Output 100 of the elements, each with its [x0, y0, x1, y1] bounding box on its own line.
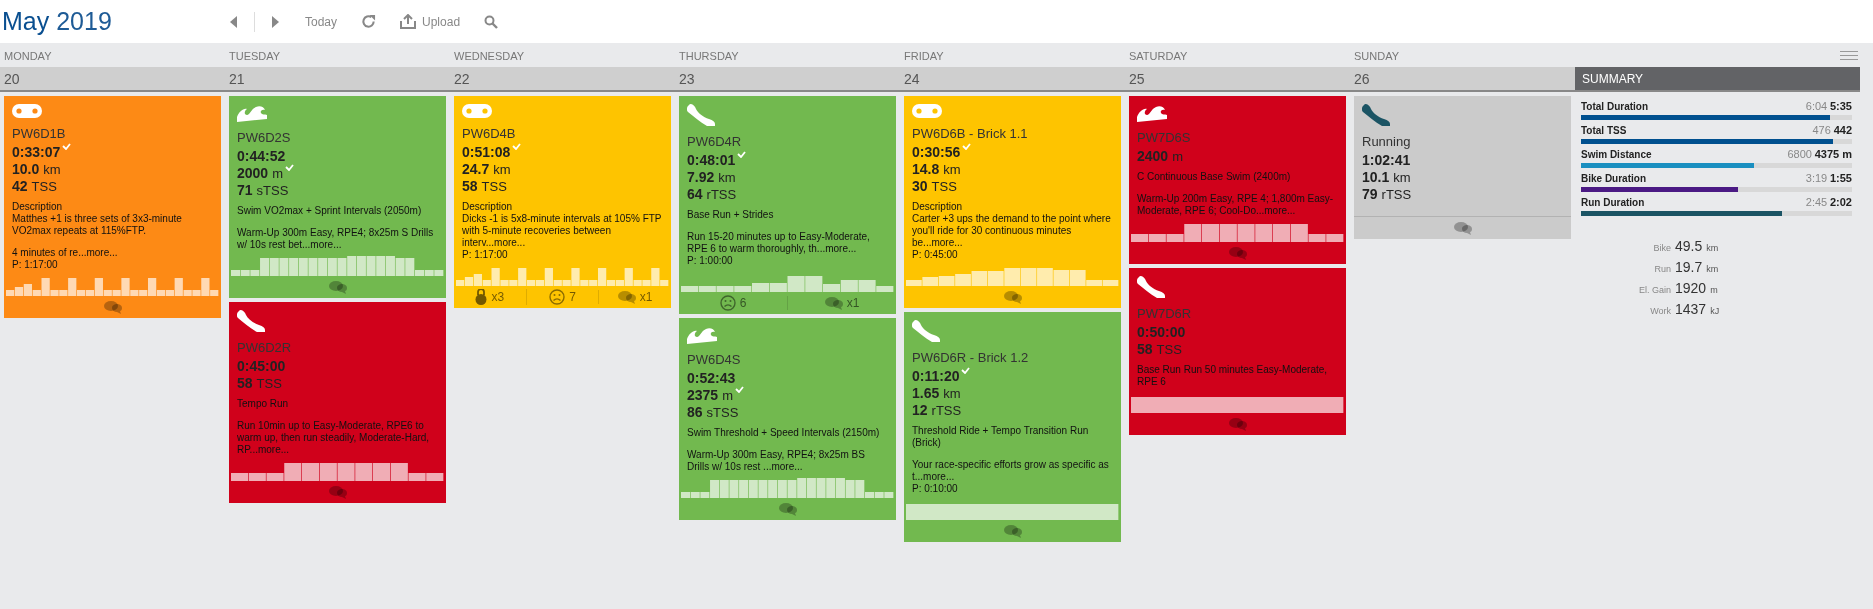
workout-metric: 2400 m	[1137, 148, 1183, 164]
workout-description: Run 10min up to Easy-Moderate, RPE6 to warm up, then run steadily, Moderate-Hard, RP...more...	[237, 420, 431, 456]
workout-card[interactable]: PW6D4R 0:48:01 7.92 km 64 rTSS Base Run + Strides Run 15-20 minutes up to Easy-Moderate, RPE 6 to warm thoroughly, th...more... P: 1:00:00 6 x1	[679, 96, 896, 314]
date-header: 20	[0, 67, 225, 92]
total-label: Bike	[1652, 243, 1671, 253]
workout-metric: 24.7 km	[462, 161, 511, 177]
workout-description: Description	[912, 201, 964, 213]
workout-title[interactable]: PW6D4S	[687, 352, 888, 367]
workout-card[interactable]: PW6D6R - Brick 1.2 0:11:20 1.65 km 12 rTSS Threshold Ride + Tempo Transition Run (Brick) Your race-specific efforts grow as specific as t...more... P: 0:10:00	[904, 312, 1121, 542]
actual-value: 2:02	[1829, 196, 1852, 208]
summary-header: SUMMARY	[1575, 67, 1860, 92]
chat-icon[interactable]	[1003, 290, 1022, 304]
workout-card[interactable]: PW6D6B - Brick 1.1 0:30:56 14.8 km 30 TSS Description Carter +3 ups the demand to the point where you'll ride for 30 continuous minutes be...more... P: 0:45:00	[904, 96, 1121, 308]
workout-metric: 0:30:56	[912, 144, 961, 160]
workout-card[interactable]: PW7D6R 0:50:00 58 TSS Base Run Run 50 minutes Easy-Moderate, RPE 6	[1129, 268, 1346, 435]
next-button[interactable]	[269, 13, 281, 30]
workout-title[interactable]: PW6D6R - Brick 1.2	[912, 350, 1113, 365]
workout-metric: 14.8 km	[912, 161, 961, 177]
summary-label: Total Duration	[1581, 101, 1649, 112]
actual-value: 1:55	[1829, 172, 1852, 184]
workout-title[interactable]: PW6D6B - Brick 1.1	[912, 126, 1113, 141]
workout-description: Run 15-20 minutes up to Easy-Moderate, RPE 6 to warm thoroughly, th...more...	[687, 231, 871, 255]
workout-card[interactable]: PW6D4S 0:52:43 2375 m 86 sTSS Swim Threshold + Speed Intervals (2150m) Warm-Up 300m Easy, RPE4; 8x25m BS Drills w/ 10s rest ...more...	[679, 318, 896, 520]
workout-metric: 0:50:00	[1137, 324, 1186, 340]
actual-value: 5:35	[1829, 100, 1852, 112]
date-header: 22	[450, 67, 675, 92]
frown-icon[interactable]	[719, 295, 736, 311]
chat-icon[interactable]	[1228, 246, 1247, 260]
workout-metric: 0:52:43	[687, 370, 736, 386]
workout-title[interactable]: PW6D1B	[12, 126, 213, 141]
total-label: El. Gain	[1638, 285, 1671, 295]
workout-metric: 0:45:00	[237, 358, 286, 374]
workout-description: P: 1:17:00	[462, 249, 509, 261]
frown-icon[interactable]	[549, 289, 566, 305]
workout-description: Carter +3 ups the demand to the point where you'll ride for 30 continuous minutes be...more...	[912, 213, 1112, 249]
workout-description: Description	[462, 201, 514, 213]
planned-value: 476	[1812, 124, 1831, 136]
chat-icon[interactable]	[103, 300, 122, 314]
chat-icon[interactable]	[1003, 524, 1022, 538]
weekday-label: SATURDAY	[1128, 49, 1189, 64]
refresh-icon[interactable]	[361, 14, 377, 29]
workout-description: Swim VO2max + Sprint Intervals (2050m)	[237, 205, 423, 217]
workout-card[interactable]: PW6D1B 0:33:07 10.0 km 42 TSS Description Matthes +1 is three sets of 3x3-minute VO2max repeats at 115%FTP. 4 minutes of re...more... P: 1:17:00	[4, 96, 221, 318]
shoe-icon	[1362, 104, 1390, 126]
workout-description: Warm-Up 300m Easy, RPE4; 8x25m S Drills w/ 10s rest bet...more...	[237, 227, 435, 251]
footer-count: x1	[846, 296, 860, 310]
workout-title[interactable]: PW6D2S	[237, 130, 438, 145]
workout-metric: 7.92 km	[687, 169, 736, 185]
workout-metric: 10.0 km	[12, 161, 61, 177]
planned-value: 3:19	[1805, 172, 1828, 184]
summary-label: Swim Distance	[1581, 149, 1652, 160]
workout-metric: 0:33:07	[12, 144, 61, 160]
weekday-label: TUESDAY	[228, 49, 282, 64]
footer-count: 7	[569, 290, 576, 304]
workout-title[interactable]: PW6D4B	[462, 126, 663, 141]
workout-metric: 0:44:52	[237, 148, 286, 164]
workout-card[interactable]: Running 1:02:41 10.1 km 79 rTSS	[1354, 96, 1571, 239]
date-header: 21	[225, 67, 450, 92]
chat-icon[interactable]	[328, 485, 347, 499]
footer-count: 6	[739, 296, 747, 310]
chat-icon[interactable]	[328, 280, 347, 294]
chat-icon[interactable]	[1453, 221, 1472, 235]
calendar-title: May 2019	[1, 7, 113, 36]
actual-value: 442	[1833, 124, 1852, 136]
planned-value: 2:45	[1805, 196, 1828, 208]
chat-icon[interactable]	[778, 502, 797, 516]
workout-description: Matthes +1 is three sets of 3x3-minute VO2max repeats at 115%FTP.	[12, 213, 183, 237]
workout-metric: 42 TSS	[12, 178, 57, 194]
workout-metric: 12 rTSS	[912, 402, 962, 418]
search-icon[interactable]	[484, 14, 499, 29]
chain-link-icon	[462, 104, 492, 118]
weekday-label: WEDNESDAY	[453, 49, 526, 64]
workout-title[interactable]: PW6D4R	[687, 134, 888, 149]
workout-card[interactable]: PW6D2S 0:44:52 2000 m 71 sTSS Swim VO2max + Sprint Intervals (2050m) Warm-Up 300m Easy, RPE4; 8x25m S Drills w/ 10s rest bet...more...	[229, 96, 446, 298]
workout-description: Base Run + Strides	[687, 209, 775, 221]
planned-value: 6:04	[1805, 100, 1828, 112]
workout-metric: 58 TSS	[237, 375, 282, 391]
kettlebell-icon[interactable]	[475, 289, 488, 305]
workout-title[interactable]: Running	[1362, 134, 1563, 149]
weekday-label: THURSDAY	[678, 49, 740, 64]
date-header: 25	[1125, 67, 1350, 92]
workout-description: Warm-Up 200m Easy, RPE 4; 1,800m Easy-Moderate, RPE 6; Cool-Do...more...	[1137, 193, 1335, 217]
weekday-label: MONDAY	[3, 49, 53, 64]
chat-icon[interactable]	[824, 296, 843, 310]
workout-description: P: 1:00:00	[687, 255, 734, 267]
today-button[interactable]: Today	[303, 12, 340, 31]
chat-icon[interactable]	[617, 290, 636, 304]
workout-card[interactable]: PW6D2R 0:45:00 58 TSS Tempo Run Run 10min up to Easy-Moderate, RPE6 to warm up, then run steadily, Moderate-Hard, RP...more...	[229, 302, 446, 503]
upload-button[interactable]: Upload	[398, 12, 463, 31]
workout-description: Your race-specific efforts grow as specific as t...more...	[912, 459, 1110, 483]
workout-description: 4 minutes of re...more...	[12, 247, 119, 259]
workout-metric: 58 TSS	[462, 178, 507, 194]
workout-card[interactable]: PW6D4B 0:51:08 24.7 km 58 TSS Description Dicks -1 is 5x8-minute intervals at 105% FTP with 5-minute recoveries between interv...more... P: 1:17:00 x3 7 x1	[454, 96, 671, 308]
menu-icon[interactable]	[1840, 50, 1858, 60]
previous-button[interactable]	[228, 13, 240, 30]
workout-description: Description	[12, 201, 64, 213]
date-header: 26	[1350, 67, 1575, 92]
total-unit: m	[1710, 285, 1719, 295]
chat-icon[interactable]	[1228, 417, 1247, 431]
workout-card[interactable]: PW7D6S 2400 m C Continuous Base Swim (2400m) Warm-Up 200m Easy, RPE 4; 1,800m Easy-Moderate, RPE 6; Cool-Do...more...	[1129, 96, 1346, 264]
